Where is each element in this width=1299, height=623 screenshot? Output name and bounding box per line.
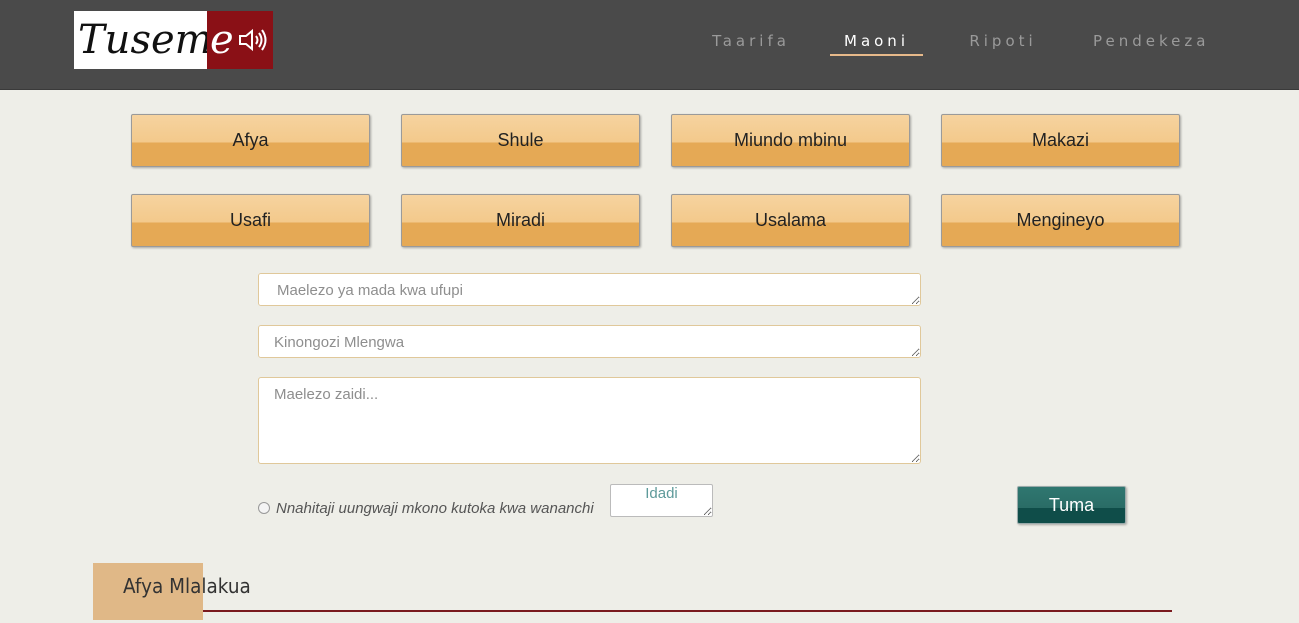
support-radio[interactable] bbox=[258, 502, 270, 514]
target-leader-input[interactable] bbox=[258, 325, 921, 358]
category-usalama-button[interactable]: Usalama bbox=[671, 194, 910, 247]
main-nav: Taarifa Maoni Ripoti Pendekeza bbox=[0, 30, 1299, 60]
count-input[interactable] bbox=[610, 484, 713, 517]
category-miradi-button[interactable]: Miradi bbox=[401, 194, 640, 247]
section-divider bbox=[203, 610, 1172, 612]
details-textarea[interactable] bbox=[258, 377, 921, 464]
summary-input[interactable] bbox=[258, 273, 921, 306]
nav-ripoti[interactable]: Ripoti bbox=[968, 30, 1038, 56]
category-mengineyo-button[interactable]: Mengineyo bbox=[941, 194, 1180, 247]
nav-taarifa[interactable]: Taarifa bbox=[711, 30, 791, 56]
category-shule-button[interactable]: Shule bbox=[401, 114, 640, 167]
category-makazi-button[interactable]: Makazi bbox=[941, 114, 1180, 167]
section-title: Afya Mlalakua bbox=[123, 574, 251, 598]
nav-maoni[interactable]: Maoni bbox=[830, 30, 923, 56]
support-label: Nnahitaji uungwaji mkono kutoka kwa wana… bbox=[276, 499, 594, 517]
nav-pendekeza[interactable]: Pendekeza bbox=[1093, 30, 1207, 56]
category-afya-button[interactable]: Afya bbox=[131, 114, 370, 167]
top-navbar: Tusem e Taarifa Maoni Ripoti Pendekeza bbox=[0, 0, 1299, 90]
category-miundo-mbinu-button[interactable]: Miundo mbinu bbox=[671, 114, 910, 167]
submit-button[interactable]: Tuma bbox=[1017, 486, 1126, 524]
support-option: Nnahitaji uungwaji mkono kutoka kwa wana… bbox=[258, 499, 594, 517]
category-usafi-button[interactable]: Usafi bbox=[131, 194, 370, 247]
